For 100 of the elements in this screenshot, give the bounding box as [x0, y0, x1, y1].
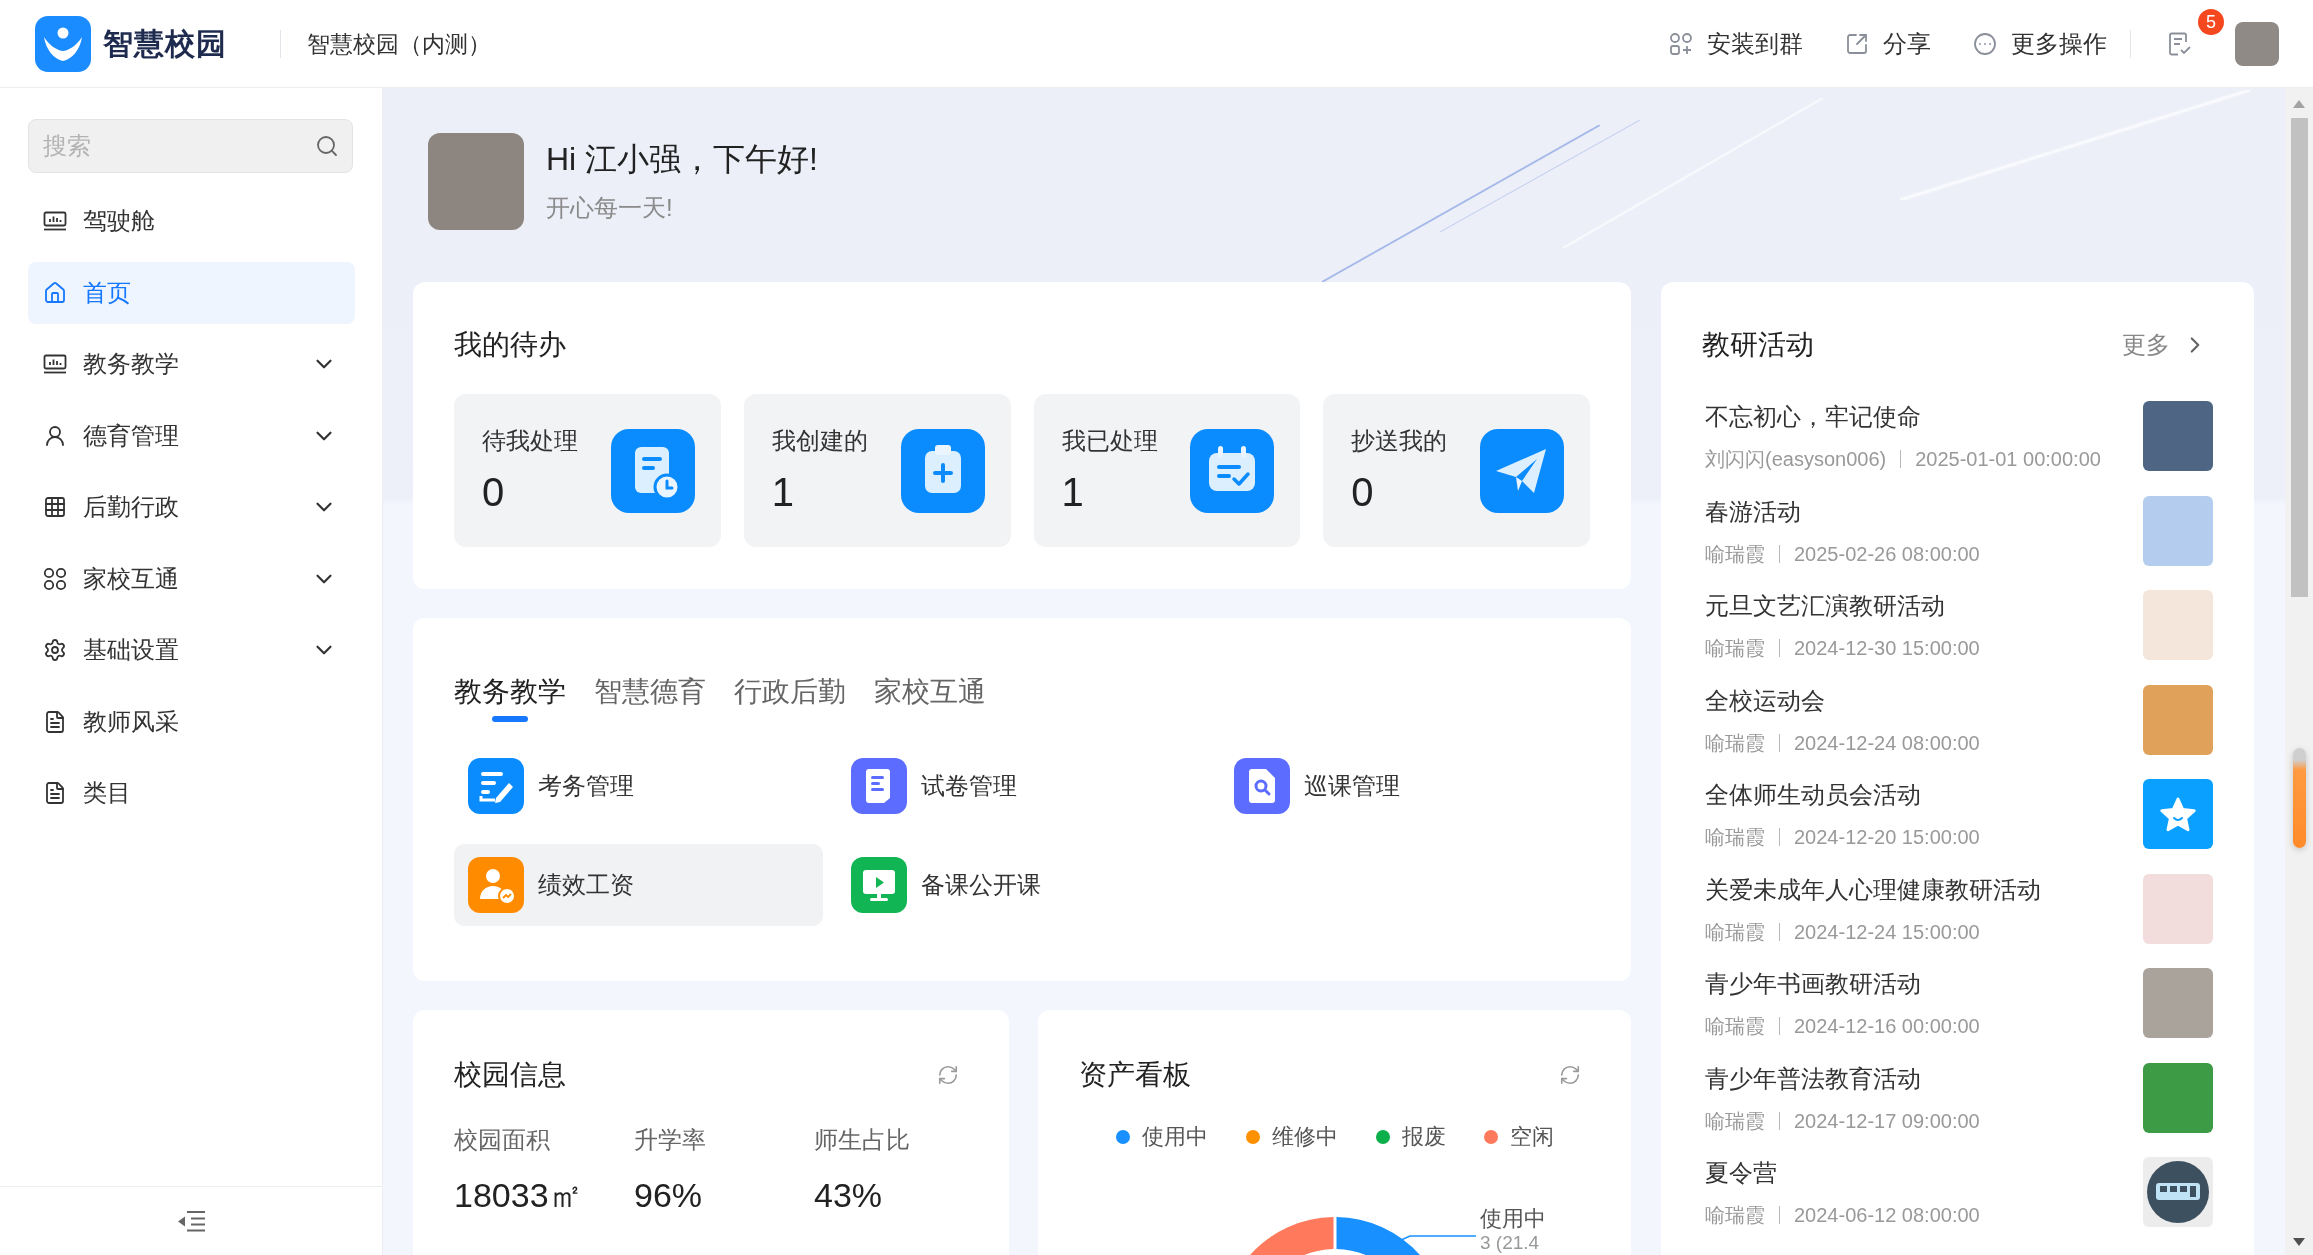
stat-label: 升学率: [634, 1125, 707, 1155]
stat-value: 43%: [814, 1175, 884, 1216]
todo-card[interactable]: 我已处理 1: [1033, 394, 1301, 547]
share-icon: [1845, 31, 1869, 56]
todo-count: 1: [1061, 468, 1085, 516]
greeting-title: Hi 江小强，下午好!: [546, 140, 818, 179]
tab[interactable]: 家校互通: [874, 672, 986, 722]
menu-item[interactable]: 后勤行政: [28, 476, 355, 538]
menu-item[interactable]: 驾驶舱: [28, 190, 355, 252]
todo-card[interactable]: 我创建的 1: [743, 394, 1011, 547]
activity-title[interactable]: 夏令营: [1705, 1157, 1777, 1189]
menu-item[interactable]: 类目: [28, 762, 355, 824]
menu-item[interactable]: 基础设置: [28, 619, 355, 681]
activity-author: 喻瑞霞: [1705, 825, 1765, 850]
activity-title[interactable]: 全体师生动员会活动: [1705, 779, 1921, 811]
activity-title[interactable]: 元旦文艺汇演教研活动: [1705, 590, 1945, 622]
app-title: 智慧校园（内测）: [307, 29, 491, 59]
activity-author: 喻瑞霞: [1705, 730, 1765, 756]
activity-author: 喻瑞霞: [1705, 636, 1765, 661]
clipboard-plus-icon: [900, 428, 985, 513]
activity-title[interactable]: 全校运动会: [1705, 684, 1825, 717]
scroll-down-icon[interactable]: [2293, 1238, 2305, 1246]
search-icon[interactable]: [315, 134, 339, 158]
scrollbar-thumb[interactable]: [2290, 118, 2308, 597]
todo-label: 我创建的: [771, 425, 868, 456]
stat-value: 18033㎡: [454, 1175, 584, 1216]
legend-label: 使用中: [1141, 1123, 1208, 1151]
settings-icon: [43, 638, 67, 662]
monitor-chart-icon: [43, 211, 67, 231]
logo-icon: [35, 15, 91, 72]
menu-item[interactable]: 首页: [28, 261, 355, 324]
card-title: 资产看板: [1079, 1058, 1191, 1092]
menu-item[interactable]: 教师风采: [28, 690, 355, 753]
logo-text: 智慧校园: [103, 25, 227, 62]
apps-icon: [1669, 31, 1693, 56]
checklist-icon[interactable]: [2169, 31, 2191, 56]
activity-author: 喻瑞霞: [1705, 1108, 1765, 1134]
scroll-up-icon[interactable]: [2293, 100, 2305, 108]
activity-title[interactable]: 青少年普法教育活动: [1705, 1062, 1921, 1095]
activity-time: 2024-12-24 15:00:00: [1794, 919, 1980, 945]
card-title: 教研活动: [1702, 328, 1814, 362]
four-circles-icon: [43, 566, 67, 591]
activity-time: 2024-12-20 15:00:00: [1794, 825, 1980, 850]
legend-label: 报废: [1401, 1123, 1446, 1151]
activity-title[interactable]: 青少年书画教研活动: [1705, 968, 1921, 1000]
refresh-icon[interactable]: [937, 1064, 959, 1086]
document-clock-icon: [610, 428, 695, 513]
activity-title[interactable]: 关爱未成年人心理健康教研活动: [1705, 873, 2041, 906]
tab[interactable]: 智慧德育: [594, 672, 706, 722]
activity-time: 2024-12-17 09:00:00: [1794, 1108, 1980, 1134]
activity-time: 2025-02-26 08:00:00: [1794, 541, 1980, 567]
share-button[interactable]: 分享: [1845, 27, 1931, 60]
floating-handle[interactable]: [2293, 748, 2306, 848]
user-chart-icon: [468, 857, 524, 913]
avatar[interactable]: [2235, 21, 2279, 66]
photo-placeholder: [2143, 590, 2213, 660]
activity-time: 2024-12-30 15:00:00: [1794, 636, 1980, 661]
activity-time: 2024-12-16 00:00:00: [1794, 1014, 1980, 1039]
more-actions-button[interactable]: 更多操作: [1973, 27, 2107, 60]
stat-value: 96%: [634, 1175, 704, 1216]
document-icon: [43, 709, 67, 734]
activity-title[interactable]: 不忘初心，牢记使命: [1705, 401, 1921, 433]
document-icon: [851, 758, 907, 814]
todo-card[interactable]: 抄送我的 0: [1323, 394, 1590, 547]
todo-label: 我已处理: [1061, 425, 1158, 456]
install-button[interactable]: 安装到群: [1669, 27, 1803, 60]
chart-value: 3 (21.4: [1480, 1232, 1540, 1254]
todo-card[interactable]: 待我处理 0: [454, 394, 721, 547]
more-link[interactable]: 更多: [2122, 329, 2208, 361]
tab[interactable]: 教务教学: [454, 672, 566, 722]
menu-item[interactable]: 家校互通: [28, 547, 355, 610]
activity-title[interactable]: 春游活动: [1705, 495, 1801, 528]
card-title: 我的待办: [454, 328, 567, 362]
greeting-subtitle: 开心每一天!: [546, 193, 674, 223]
activity-time: 2024-06-12 08:00:00: [1794, 1203, 1980, 1228]
photo-placeholder: [2143, 1062, 2213, 1133]
home-icon: [43, 280, 67, 305]
photo-placeholder: [2143, 684, 2213, 755]
app-shortcut[interactable]: 绩效工资: [454, 844, 823, 926]
document-search-icon: [1234, 758, 1290, 814]
activity-author: 喻瑞霞: [1705, 541, 1765, 567]
photo-placeholder: [2143, 495, 2213, 566]
notification-badge: 5: [2198, 8, 2224, 35]
collapse-menu-icon[interactable]: [176, 1210, 206, 1232]
todo-label: 待我处理: [482, 425, 578, 456]
photo-placeholder: [2143, 873, 2213, 944]
todo-count: 0: [1351, 468, 1375, 516]
more-icon: [1973, 31, 1997, 56]
scrollbar-track[interactable]: [2285, 88, 2313, 1255]
menu-item[interactable]: 教务教学: [28, 333, 355, 395]
tab[interactable]: 行政后勤: [734, 672, 846, 722]
grid-icon: [43, 495, 67, 519]
search-field[interactable]: 搜索: [28, 119, 353, 173]
card-title: 校园信息: [454, 1058, 566, 1092]
refresh-icon[interactable]: [1559, 1064, 1581, 1086]
todo-count: 0: [482, 468, 506, 516]
paper-plane-icon: [1480, 428, 1564, 513]
activity-author: 喻瑞霞: [1705, 1203, 1765, 1228]
menu-item[interactable]: 德育管理: [28, 404, 355, 467]
chart-label: 使用中: [1480, 1206, 1546, 1232]
